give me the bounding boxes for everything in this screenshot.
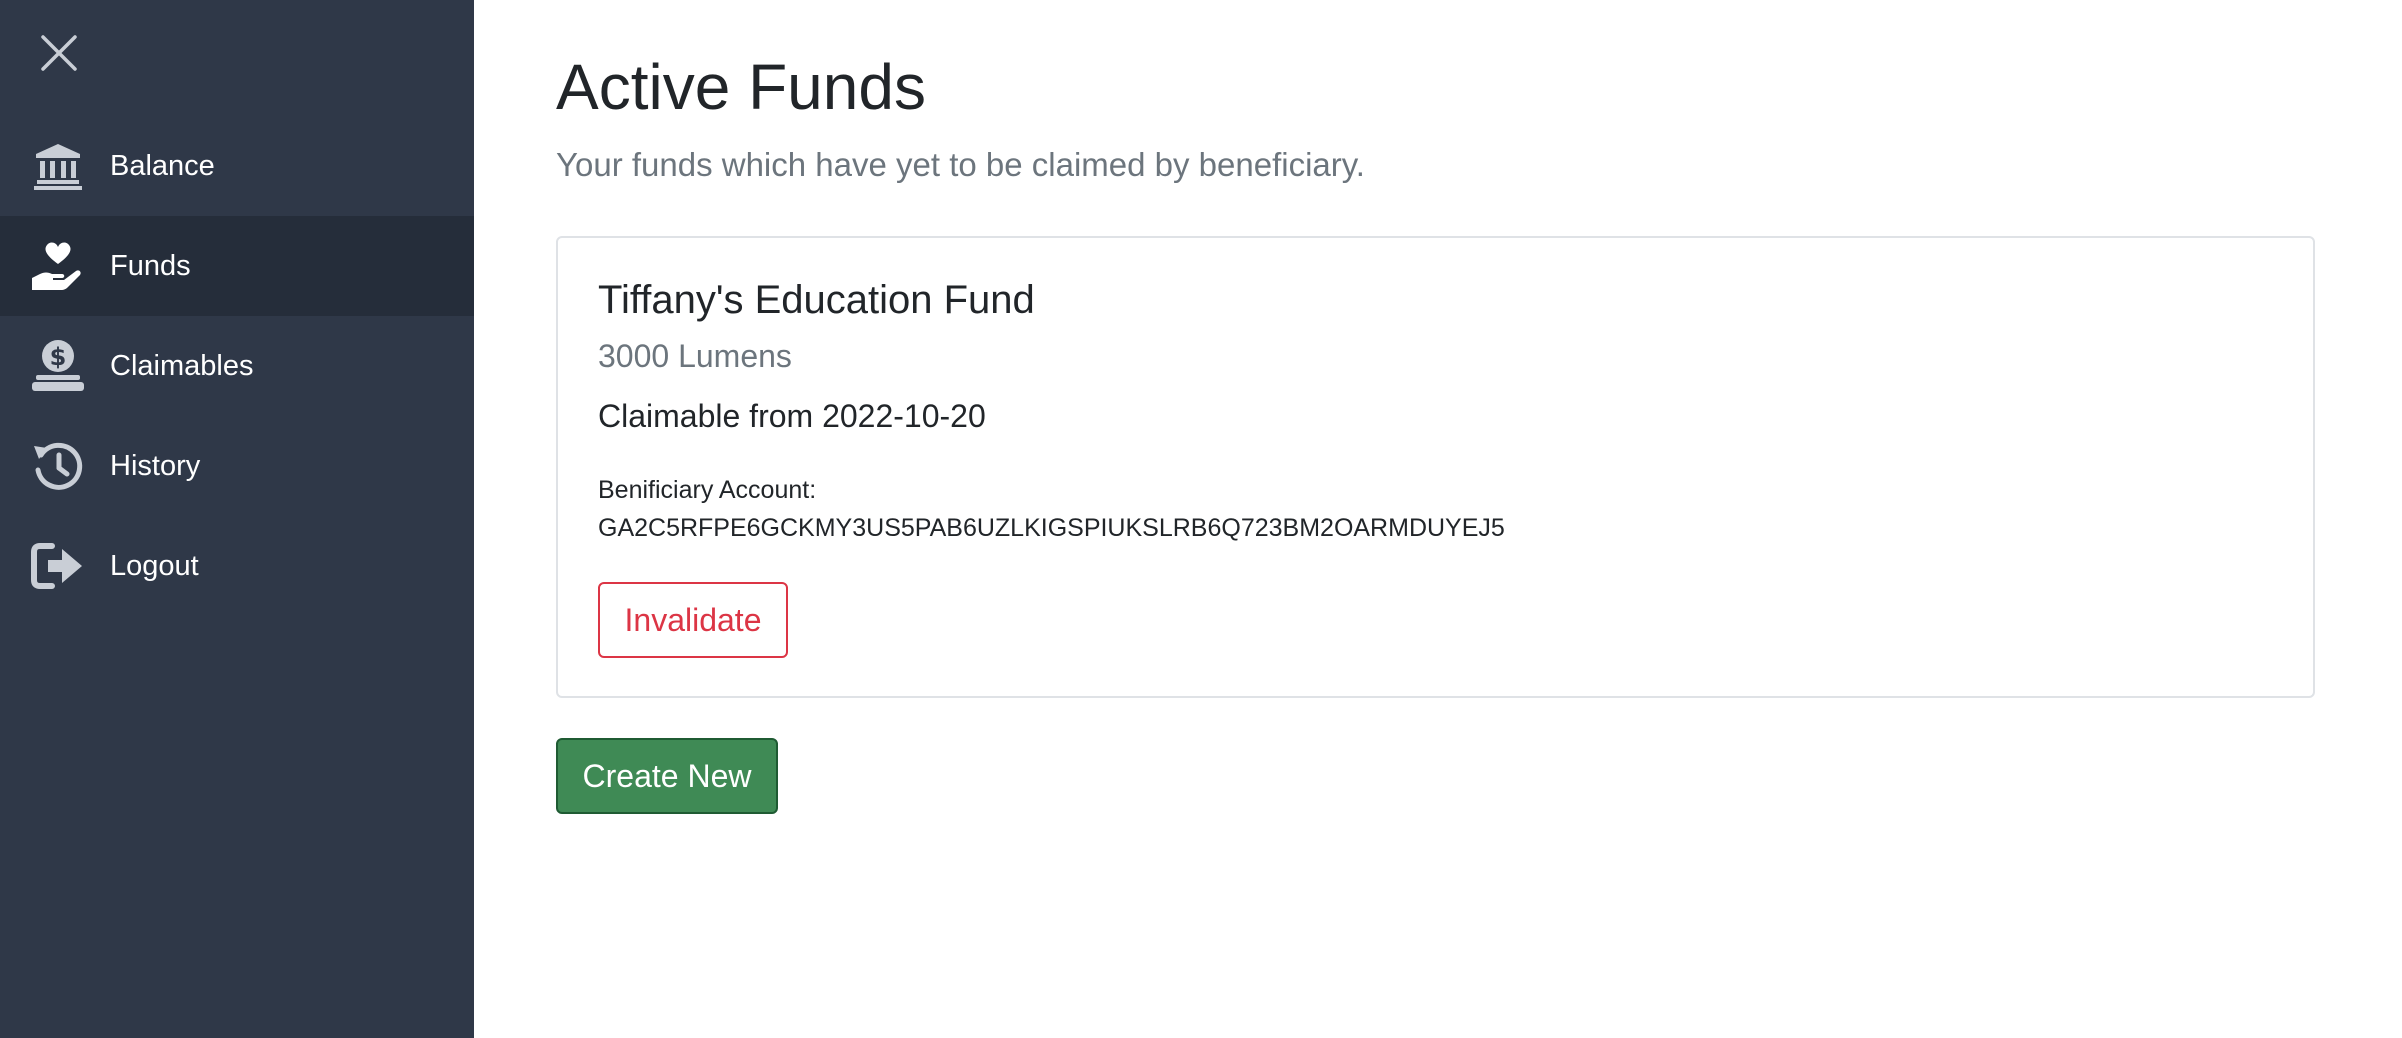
sidebar-item-label: Funds bbox=[110, 249, 191, 282]
sidebar: Balance Funds $ Claimables History Logou… bbox=[0, 0, 474, 1038]
page-title: Active Funds bbox=[556, 51, 926, 123]
fund-claimable-date: Claimable from 2022-10-20 bbox=[598, 398, 986, 434]
sidebar-item-label: Logout bbox=[110, 549, 199, 582]
fund-amount: 3000 Lumens bbox=[598, 338, 792, 374]
sidebar-item-label: Claimables bbox=[110, 349, 254, 382]
fund-card: Tiffany's Education Fund 3000 Lumens Cla… bbox=[556, 236, 2315, 698]
sidebar-item-balance[interactable]: Balance bbox=[0, 116, 474, 216]
bank-icon bbox=[30, 138, 86, 194]
history-icon bbox=[30, 438, 86, 494]
sidebar-item-claimables[interactable]: $ Claimables bbox=[0, 316, 474, 416]
page-subtitle: Your funds which have yet to be claimed … bbox=[556, 146, 1365, 183]
sidebar-item-label: Balance bbox=[110, 149, 215, 182]
invalidate-button[interactable]: Invalidate bbox=[598, 582, 788, 658]
hand-holding-heart-icon bbox=[30, 238, 86, 294]
sidebar-item-history[interactable]: History bbox=[0, 416, 474, 516]
hand-holding-dollar-icon: $ bbox=[30, 338, 86, 394]
sidebar-item-funds[interactable]: Funds bbox=[0, 216, 474, 316]
logout-icon bbox=[30, 538, 86, 594]
beneficiary-account: GA2C5RFPE6GCKMY3US5PAB6UZLKIGSPIUKSLRB6Q… bbox=[598, 514, 1505, 542]
fund-title: Tiffany's Education Fund bbox=[598, 278, 1035, 322]
sidebar-item-logout[interactable]: Logout bbox=[0, 516, 474, 616]
svg-text:$: $ bbox=[50, 343, 67, 371]
beneficiary-label: Benificiary Account: bbox=[598, 476, 817, 504]
close-icon bbox=[41, 35, 77, 71]
sidebar-item-label: History bbox=[110, 449, 201, 482]
close-sidebar-button[interactable] bbox=[30, 24, 88, 82]
create-new-button[interactable]: Create New bbox=[556, 738, 778, 814]
